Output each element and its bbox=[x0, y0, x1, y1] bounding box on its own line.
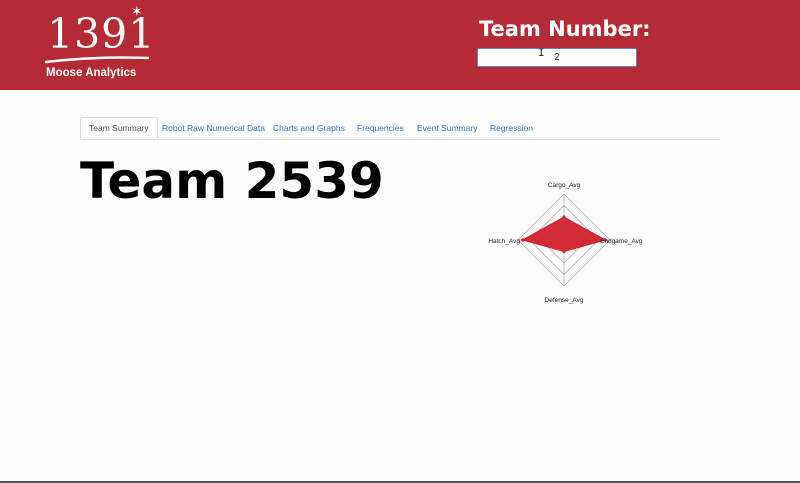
radar-series-area bbox=[521, 216, 607, 253]
tab-frequencies[interactable]: Frequencies bbox=[357, 117, 404, 139]
tab-event-summary[interactable]: Event Summary bbox=[417, 117, 477, 139]
team-title: Team 2539 bbox=[80, 152, 384, 210]
radar-chart: Cargo_Avg Endgame_Avg Defense_Avg Hatch_Avg bbox=[488, 182, 643, 304]
radar-axis-label-cargo-avg: Cargo_Avg bbox=[548, 182, 581, 189]
team-number-input[interactable] bbox=[477, 48, 637, 67]
header-bar: 1391 ✶ Moose Analytics Team Number: I bbox=[0, 0, 800, 90]
text-cursor-icon: I bbox=[538, 48, 545, 60]
logo-subtitle: Moose Analytics bbox=[46, 67, 137, 79]
tab-team-summary[interactable]: Team Summary bbox=[80, 117, 158, 139]
star-icon: ✶ bbox=[131, 3, 143, 19]
tab-charts-and-graphs[interactable]: Charts and Graphs bbox=[273, 117, 345, 139]
tab-regression[interactable]: Regression bbox=[490, 117, 533, 139]
radar-point-defense-avg bbox=[562, 249, 566, 254]
radar-point-cargo-avg bbox=[562, 215, 566, 219]
radar-axis-label-endgame-avg: Endgame_Avg bbox=[600, 238, 643, 245]
tab-bar: Team Summary Robot Raw Numerical Data Ch… bbox=[80, 117, 720, 140]
team-logo: 1391 ✶ Moose Analytics bbox=[44, 3, 156, 82]
radar-axis-label-defense-avg: Defense_Avg bbox=[545, 297, 584, 304]
radar-axis-label-hatch-avg: Hatch_Avg bbox=[488, 238, 520, 245]
team-number-label: Team Number: bbox=[479, 17, 651, 41]
logo-swoosh-icon bbox=[44, 56, 150, 64]
tab-robot-raw-numerical-data[interactable]: Robot Raw Numerical Data bbox=[162, 117, 265, 139]
radar-point-hatch-avg bbox=[521, 238, 525, 242]
